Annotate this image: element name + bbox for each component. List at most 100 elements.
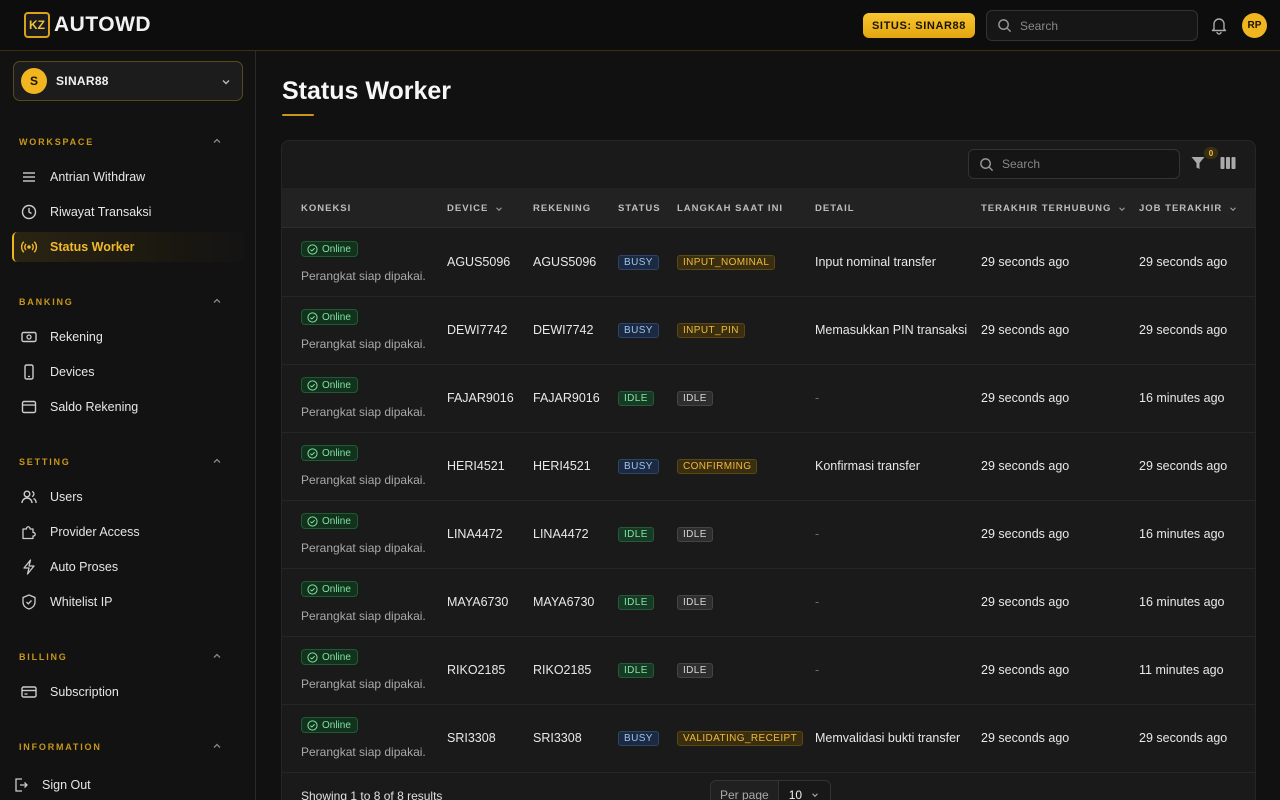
filter-count-badge: 0 [1204,147,1218,159]
sidebar-item-provider-access[interactable]: Provider Access [12,517,244,547]
chevron-up-icon[interactable] [211,740,223,752]
online-label: Online [322,447,351,459]
last-job-cell: 29 seconds ago [1139,731,1228,745]
columns-icon[interactable] [1220,156,1236,170]
detail-cell: Memasukkan PIN transaksi [815,323,968,337]
table-row[interactable]: Online Perangkat siap dipakai. AGUS5096 AGU… [282,229,1255,297]
broadcast-icon [20,241,38,253]
sidebar-item-label: Rekening [50,330,103,344]
sidebar-item-subscription[interactable]: Subscription [12,677,244,707]
connection-description: Perangkat siap dipakai. [301,337,426,351]
sign-out-label: Sign Out [42,778,91,792]
last-job-cell: 29 seconds ago [1139,323,1228,337]
detail-cell: - [815,663,820,677]
online-badge: Online [301,241,358,257]
sidebar-item-whitelist-ip[interactable]: Whitelist IP [12,587,244,617]
last-connected-cell: 29 seconds ago [981,323,1070,337]
app-logo[interactable]: KZ AUTOWD [24,12,151,38]
online-badge: Online [301,377,358,393]
table-row[interactable]: Online Perangkat siap dipakai. SRI3308 SRI3… [282,705,1255,773]
sidebar-item-label: Subscription [50,685,119,699]
sidebar-item-antrian-withdraw[interactable]: Antrian Withdraw [12,162,244,192]
sidebar-item-auto-proses[interactable]: Auto Proses [12,552,244,582]
bell-icon[interactable] [1209,15,1229,35]
sign-out-button[interactable]: Sign Out [4,770,236,800]
column-header-terakhir-terhubung[interactable]: TERAKHIR TERHUBUNG [981,203,1127,214]
per-page-selector[interactable]: Per page 10 [710,780,832,800]
check-circle-icon [307,379,318,391]
table-row[interactable]: Online Perangkat siap dipakai. MAYA6730 MAY… [282,569,1255,637]
credit-card-icon [21,686,37,698]
online-badge: Online [301,445,358,461]
column-header-device[interactable]: DEVICE [447,203,504,214]
chevron-up-icon[interactable] [211,455,223,467]
rekening-cell: LINA4472 [533,527,589,541]
table-row[interactable]: Online Perangkat siap dipakai. DEWI7742 DEW… [282,297,1255,365]
sidebar-item-devices[interactable]: Devices [12,357,244,387]
sidebar-item-label: Users [50,490,83,504]
connection-description: Perangkat siap dipakai. [301,677,426,691]
status-badge: BUSY [618,459,659,474]
rekening-cell: SRI3308 [533,731,582,745]
sidebar-item-riwayat-transaksi[interactable]: Riwayat Transaksi [12,197,244,227]
step-badge: IDLE [677,527,713,542]
online-badge: Online [301,581,358,597]
last-job-cell: 29 seconds ago [1139,255,1228,269]
search-icon [998,19,1012,33]
table-search-input[interactable] [1002,157,1162,171]
sidebar-item-label: Status Worker [50,240,135,254]
sidebar-item-saldo-rekening[interactable]: Saldo Rekening [12,392,244,422]
smartphone-icon [24,364,34,380]
global-search-input[interactable] [1020,18,1180,33]
connection-description: Perangkat siap dipakai. [301,745,426,759]
user-avatar[interactable]: RP [1242,13,1267,38]
sidebar-item-rekening[interactable]: Rekening [12,322,244,352]
banknote-icon [21,331,37,343]
search-icon [980,157,994,171]
sidebar: S SINAR88 WORKSPACE Antrian Withdraw Riw… [0,51,256,800]
rekening-cell: HERI4521 [533,459,591,473]
check-circle-icon [307,243,318,255]
last-job-cell: 16 minutes ago [1139,527,1225,541]
top-bar: KZ AUTOWD SITUS: SINAR88 RP [0,0,1280,51]
chevron-up-icon[interactable] [211,295,223,307]
column-header-job-terakhir[interactable]: JOB TERAKHIR [1139,203,1238,214]
step-badge: INPUT_PIN [677,323,745,338]
users-icon [21,490,37,504]
detail-cell: - [815,595,820,609]
chevron-down-icon [812,793,818,798]
chevron-down-icon [222,80,230,85]
per-page-select[interactable]: 10 [778,781,831,800]
connection-description: Perangkat siap dipakai. [301,609,426,623]
chevron-down-icon [1230,206,1237,211]
step-badge: VALIDATING_RECEIPT [677,731,804,746]
last-connected-cell: 29 seconds ago [981,255,1070,269]
table-row[interactable]: Online Perangkat siap dipakai. HERI4521 HER… [282,433,1255,501]
online-badge: Online [301,649,358,665]
site-selector[interactable]: S SINAR88 [13,61,243,101]
last-job-cell: 16 minutes ago [1139,391,1225,405]
sidebar-item-label: Antrian Withdraw [50,170,146,184]
table-row[interactable]: Online Perangkat siap dipakai. LINA4472 LIN… [282,501,1255,569]
site-pill-button[interactable]: SITUS: SINAR88 [863,13,975,38]
global-search[interactable] [986,10,1198,41]
sidebar-item-users[interactable]: Users [12,482,244,512]
check-circle-icon [307,583,318,595]
column-header-detail: DETAIL [815,203,855,214]
step-badge: INPUT_NOMINAL [677,255,776,270]
filter-icon[interactable] [1190,155,1206,171]
device-cell: SRI3308 [447,731,496,745]
sidebar-item-label: Whitelist IP [50,595,113,609]
chevron-up-icon[interactable] [211,650,223,662]
step-badge: IDLE [677,391,713,406]
table-search[interactable] [968,149,1180,179]
title-underline [282,114,314,116]
sidebar-item-status-worker[interactable]: Status Worker [12,232,244,262]
device-cell: DEWI7742 [447,323,508,337]
table-row[interactable]: Online Perangkat siap dipakai. RIKO2185 RIK… [282,637,1255,705]
status-badge: BUSY [618,255,659,270]
table-row[interactable]: Online Perangkat siap dipakai. FAJAR9016 FA… [282,365,1255,433]
connection-description: Perangkat siap dipakai. [301,405,426,419]
chevron-up-icon[interactable] [211,135,223,147]
device-cell: FAJAR9016 [447,391,514,405]
